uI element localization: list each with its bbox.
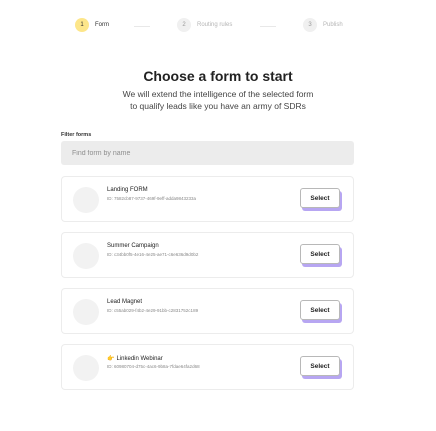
page-title: Choose a form to start — [143, 68, 293, 84]
filter-label: Filter forms — [61, 132, 92, 138]
form-name: Landing FORM — [107, 187, 148, 193]
form-id: ID: 60980704-d75c-4ac6-9b8a-7fdae64fa2d6… — [107, 364, 200, 369]
step-label: Form — [95, 22, 109, 28]
form-id: ID: c55ab029-f4b2-4e29-91bb-c2831752c189 — [107, 308, 199, 313]
select-button[interactable]: Select — [300, 300, 340, 320]
page: 1 Form 2 Routing rules 3 Publish Choose … — [0, 0, 436, 431]
step-number: 1 — [75, 18, 89, 32]
step-divider — [260, 26, 276, 27]
form-name: Summer Campaign — [107, 243, 159, 249]
step-publish[interactable]: 3 Publish — [303, 18, 343, 32]
form-card-landing-form: Landing FORM ID: 7582cb87-9737-469f-9eff… — [61, 176, 354, 222]
step-form[interactable]: 1 Form — [75, 18, 109, 32]
search-input[interactable] — [61, 141, 354, 165]
step-label: Routing rules — [197, 22, 233, 28]
select-button[interactable]: Select — [300, 244, 340, 264]
form-name-row: 👉 Linkedin Webinar — [107, 355, 163, 362]
form-name: Lead Magnet — [107, 299, 143, 305]
subtitle-line: to qualify leads like you have an army o… — [130, 101, 306, 111]
form-name: Linkedin Webinar — [116, 356, 163, 362]
subtitle-line: We will extend the intelligence of the s… — [122, 89, 314, 99]
step-label: Publish — [323, 22, 343, 28]
form-card-summer-campaign: Summer Campaign ID: c34bb0f5-4e16-4e25-a… — [61, 232, 354, 278]
avatar — [73, 243, 99, 269]
form-card-linkedin-webinar: 👉 Linkedin Webinar ID: 60980704-d75c-4ac6… — [61, 344, 354, 390]
avatar — [73, 299, 99, 325]
step-divider — [134, 26, 150, 27]
avatar — [73, 187, 99, 213]
form-id: ID: 7582cb87-9737-469f-9eff-adda9843233a — [107, 196, 196, 201]
select-button[interactable]: Select — [300, 356, 340, 376]
step-number: 3 — [303, 18, 317, 32]
select-button[interactable]: Select — [300, 188, 340, 208]
form-id: ID: c34bb0f5-4e16-4e25-ae71-c6e636d9d0b2 — [107, 252, 199, 257]
step-routing-rules[interactable]: 2 Routing rules — [177, 18, 232, 32]
stepper: 1 Form 2 Routing rules 3 Publish — [0, 18, 436, 34]
avatar — [73, 355, 99, 381]
step-number: 2 — [177, 18, 191, 32]
page-subtitle: We will extend the intelligence of the s… — [0, 88, 436, 112]
pointing-hand-icon: 👉 — [107, 356, 115, 362]
form-card-lead-magnet: Lead Magnet ID: c55ab029-f4b2-4e29-91bb-… — [61, 288, 354, 334]
